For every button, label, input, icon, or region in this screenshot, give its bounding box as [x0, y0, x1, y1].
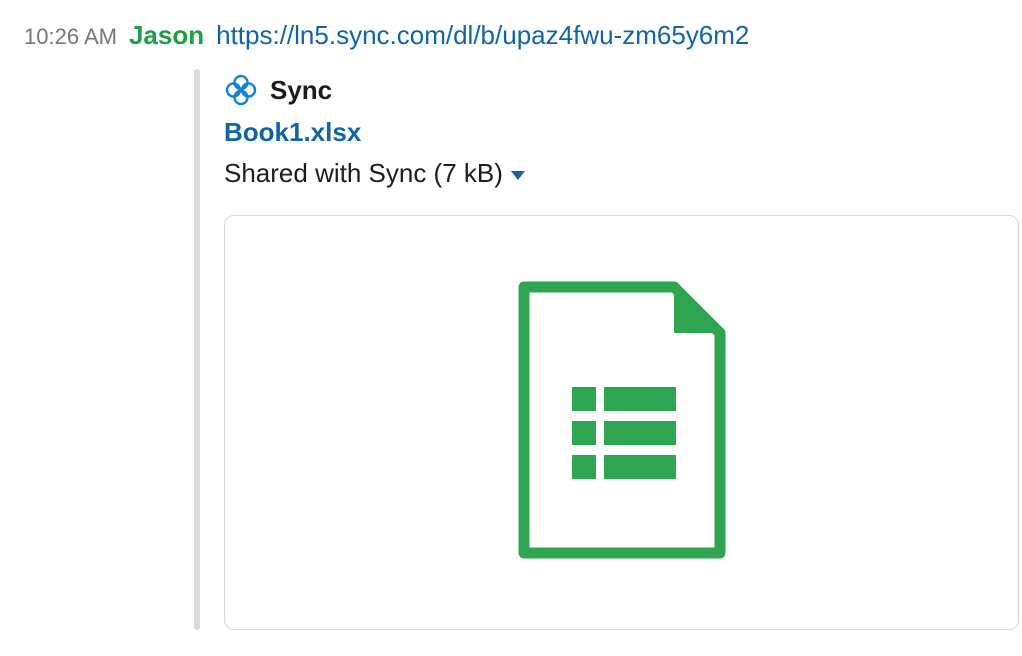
spreadsheet-file-icon	[512, 275, 732, 570]
message-link[interactable]: https://ln5.sync.com/dl/b/upaz4fwu-zm65y…	[216, 20, 749, 51]
attachment-info-row: Shared with Sync (7 kB)	[224, 158, 1019, 189]
attachment-file-info: Shared with Sync (7 kB)	[224, 158, 503, 189]
attachment-preview[interactable]	[224, 215, 1019, 630]
attachment-block: Sync Book1.xlsx Shared with Sync (7 kB)	[194, 69, 1022, 630]
message-username[interactable]: Jason	[129, 20, 204, 51]
caret-down-icon[interactable]	[511, 171, 525, 180]
attachment-source-row: Sync	[224, 73, 1019, 107]
attachment-content: Sync Book1.xlsx Shared with Sync (7 kB)	[200, 69, 1019, 630]
message-timestamp: 10:26 AM	[24, 24, 117, 50]
message-header: 10:26 AM Jason https://ln5.sync.com/dl/b…	[24, 20, 1022, 51]
attachment-source-name: Sync	[270, 75, 332, 106]
sync-icon	[224, 73, 258, 107]
attachment-file-link[interactable]: Book1.xlsx	[224, 117, 1019, 148]
